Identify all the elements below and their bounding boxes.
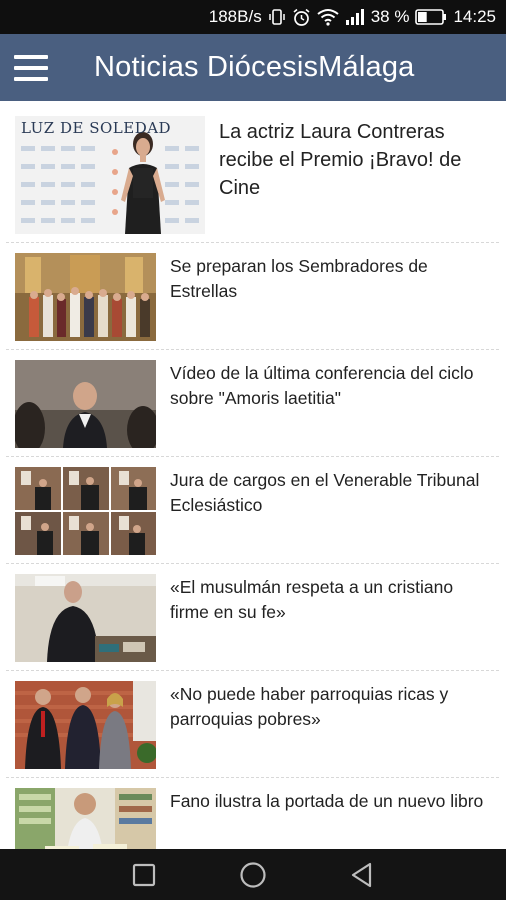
news-thumbnail xyxy=(15,574,156,662)
news-thumbnail xyxy=(15,360,156,448)
news-item[interactable]: Vídeo de la última conferencia del ciclo… xyxy=(6,350,499,457)
battery-icon xyxy=(415,8,447,26)
news-title: Jura de cargos en el Venerable Tribunal … xyxy=(170,470,480,515)
wifi-icon xyxy=(317,8,339,26)
news-title: Se preparan los Sembradores de Estrellas xyxy=(170,256,428,301)
system-nav-bar xyxy=(0,849,506,900)
news-item[interactable]: «No puede haber parroquias ricas y parro… xyxy=(6,671,499,778)
thumb-text: LUZ DE SOLEDAD xyxy=(21,119,172,137)
vibrate-icon xyxy=(268,8,286,26)
clock: 14:25 xyxy=(453,7,496,26)
signal-icon xyxy=(345,8,365,26)
news-title: Fano ilustra la portada de un nuevo libr… xyxy=(170,791,484,811)
alarm-icon xyxy=(292,8,311,27)
news-list[interactable]: LUZ DE SOLEDAD La actriz Laura Contreras… xyxy=(0,101,506,849)
status-bar: 188B/s 38 % 14:25 xyxy=(0,0,506,34)
news-title: Vídeo de la última conferencia del ciclo… xyxy=(170,363,474,408)
back-icon[interactable] xyxy=(342,855,382,895)
news-item[interactable]: Se preparan los Sembradores de Estrellas xyxy=(6,243,499,350)
news-item[interactable]: «El musulmán respeta a un cristiano firm… xyxy=(6,564,499,671)
news-thumbnail xyxy=(15,467,156,555)
news-item[interactable]: LUZ DE SOLEDAD La actriz Laura Contreras… xyxy=(6,101,499,243)
news-title: La actriz Laura Contreras recibe el Prem… xyxy=(219,121,462,199)
news-thumbnail xyxy=(15,681,156,769)
net-speed: 188B/s xyxy=(208,7,262,26)
news-thumbnail xyxy=(15,253,156,341)
news-item[interactable]: Jura de cargos en el Venerable Tribunal … xyxy=(6,457,499,564)
news-title: «El musulmán respeta a un cristiano firm… xyxy=(170,577,454,622)
hamburger-menu-icon[interactable] xyxy=(0,34,62,101)
news-title: «No puede haber parroquias ricas y parro… xyxy=(170,684,449,729)
app-title: Noticias DiócesisMálaga xyxy=(94,51,415,83)
news-thumbnail: LUZ DE SOLEDAD xyxy=(15,116,205,234)
news-thumbnail xyxy=(15,788,156,849)
battery-percent: 38 % xyxy=(370,7,410,26)
news-item[interactable]: Fano ilustra la portada de un nuevo libr… xyxy=(6,778,499,849)
home-icon[interactable] xyxy=(233,855,273,895)
recent-apps-icon[interactable] xyxy=(124,855,164,895)
app-bar: Noticias DiócesisMálaga xyxy=(0,34,506,101)
